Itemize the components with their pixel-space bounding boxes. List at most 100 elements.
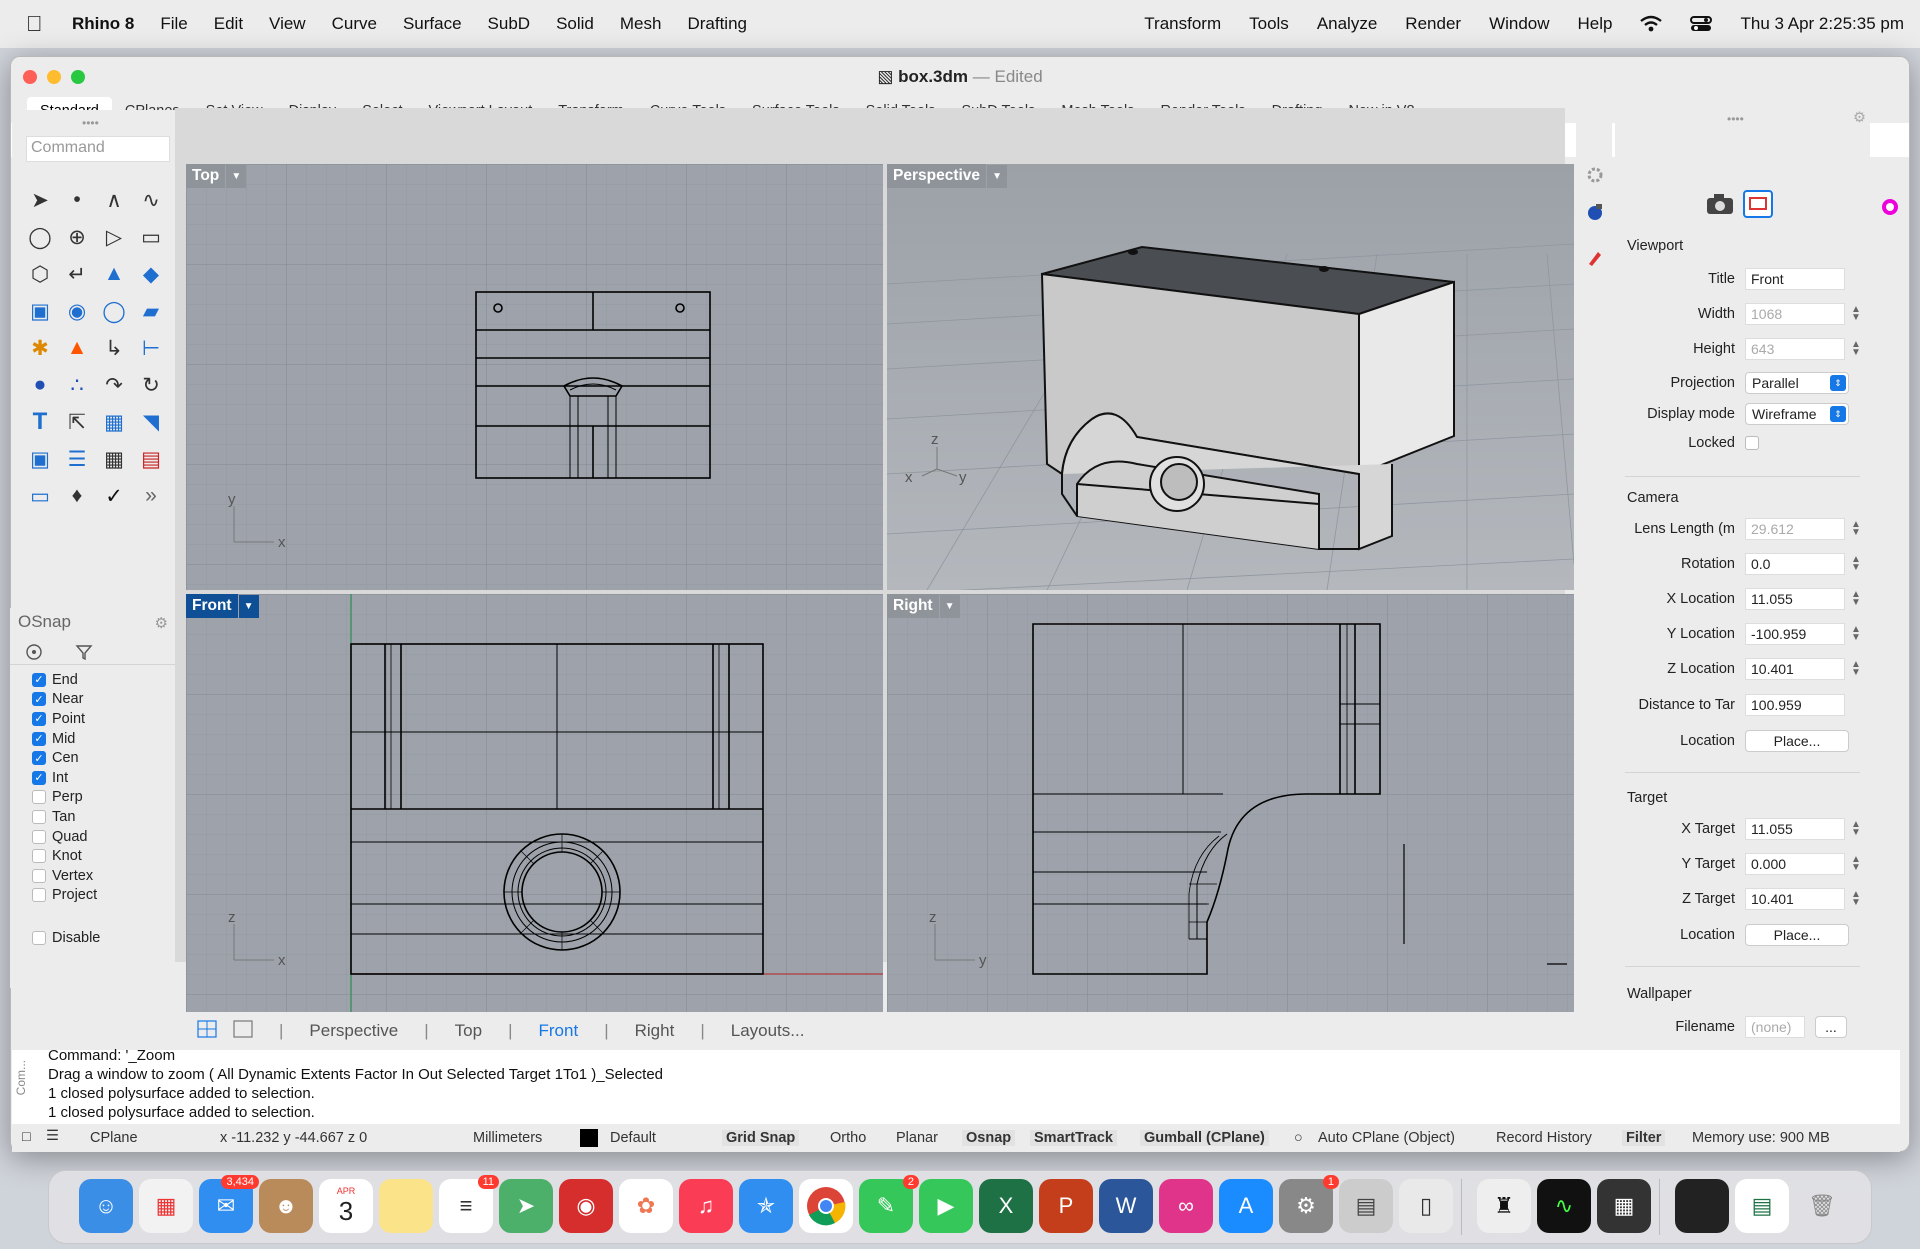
viewport-props-icon[interactable] [1743, 190, 1773, 218]
archive-utility-icon[interactable]: ▤ [1339, 1179, 1393, 1233]
osnap-checkbox[interactable]: ✓ [32, 731, 46, 746]
osnap-item-knot[interactable]: Knot [32, 846, 97, 866]
vptab-layouts[interactable]: Layouts... [731, 1021, 805, 1041]
scale-icon[interactable]: ⇱ [61, 406, 93, 438]
viewport-front[interactable]: z x Front ▼ [186, 594, 883, 1012]
launchpad-icon[interactable]: ▦ [139, 1179, 193, 1233]
command-input[interactable]: Command [26, 136, 170, 162]
select-arrow-icon[interactable]: ➤ [24, 184, 56, 216]
z-target-field[interactable]: 10.401 [1745, 888, 1845, 910]
plane-icon[interactable]: ▰ [135, 295, 167, 327]
y-location-field[interactable]: -100.959 [1745, 623, 1845, 645]
ortho-toggle[interactable]: Ortho [830, 1130, 866, 1146]
panel-grip-icon[interactable]: •••• [82, 116, 99, 130]
osnap-item-cen[interactable]: ✓ Cen [32, 748, 97, 768]
osnap-checkbox[interactable]: ✓ [32, 751, 46, 766]
stepper-icon[interactable]: ▲ ▼ [1851, 555, 1861, 573]
maps-icon[interactable]: ➤ [499, 1179, 553, 1233]
explode-icon[interactable]: ✱ [24, 332, 56, 364]
osnap-item-project[interactable]: Project [32, 886, 97, 906]
osnap-checkbox[interactable] [32, 790, 46, 805]
viewport-right[interactable]: z y Right ▼ [887, 594, 1574, 1012]
lock-icon[interactable]: ○ [1294, 1130, 1303, 1146]
status-layer[interactable]: Default [610, 1130, 656, 1146]
analyze-icon[interactable]: ▭ [24, 480, 56, 512]
width-field[interactable]: 1068 [1745, 303, 1845, 325]
filter-icon[interactable] [74, 642, 98, 662]
menu-window[interactable]: Window [1489, 14, 1549, 34]
array-icon[interactable]: ▦ [98, 406, 130, 438]
menu-analyze[interactable]: Analyze [1317, 14, 1377, 34]
osnap-item-int[interactable]: ✓ Int [32, 768, 97, 788]
stepper-icon[interactable]: ▲ ▼ [1851, 590, 1861, 608]
panel-grip-icon[interactable]: •••• [1727, 112, 1744, 126]
chevron-down-icon[interactable]: ▼ [238, 594, 259, 618]
photos-icon[interactable]: ✿ [619, 1179, 673, 1233]
pen-icon[interactable] [1585, 248, 1605, 271]
mirror-icon[interactable]: ◥ [135, 406, 167, 438]
four-viewports-icon[interactable] [197, 1019, 217, 1043]
stepper-icon[interactable]: ▲ ▼ [1851, 660, 1861, 678]
chevron-updown-icon[interactable]: ⇕ [1830, 375, 1846, 391]
osnap-checkbox[interactable] [32, 868, 46, 883]
display-mode-select[interactable]: Wireframe ⇕ [1745, 403, 1849, 425]
activity-monitor-icon[interactable]: ∿ [1537, 1179, 1591, 1233]
stepper-icon[interactable]: ▲ ▼ [1851, 820, 1861, 838]
chevron-down-icon[interactable]: ▼ [987, 164, 1008, 188]
trash-icon[interactable]: 🗑 [1795, 1179, 1849, 1233]
mesh-icon[interactable]: ☰ [61, 443, 93, 475]
menu-view[interactable]: View [269, 14, 306, 34]
osnap-toggle[interactable]: Osnap [962, 1130, 1016, 1146]
gear-icon[interactable]: ⚙ [1853, 110, 1866, 126]
dimension-icon[interactable]: ⊢ [135, 332, 167, 364]
notes-icon[interactable] [379, 1179, 433, 1233]
osnap-disable-checkbox[interactable] [32, 930, 46, 945]
recent-spreadsheet-icon[interactable]: ▤ [1735, 1179, 1789, 1233]
osnap-checkbox[interactable] [32, 888, 46, 903]
osnap-item-mid[interactable]: ✓ Mid [32, 729, 97, 749]
boolean-icon[interactable]: ▲ [61, 332, 93, 364]
polyline-icon[interactable]: ∧ [98, 184, 130, 216]
osnap-item-end[interactable]: ✓ End [32, 670, 97, 690]
music-icon[interactable]: ♫ [679, 1179, 733, 1233]
vptab-front[interactable]: Front [539, 1021, 579, 1041]
fillet-icon[interactable]: ↵ [61, 258, 93, 290]
facetime-icon[interactable]: ▶ [919, 1179, 973, 1233]
extend-icon[interactable]: ↳ [98, 332, 130, 364]
osnap-checkbox[interactable]: ✓ [32, 672, 46, 687]
planar-toggle[interactable]: Planar [896, 1130, 938, 1146]
menubar-clock[interactable]: Thu 3 Apr 2:25:35 pm [1741, 14, 1905, 34]
menu-edit[interactable]: Edit [214, 14, 243, 34]
solid-icon[interactable]: ▣ [24, 443, 56, 475]
join-icon[interactable]: ♦ [61, 480, 93, 512]
rotate-icon[interactable]: ↻ [135, 369, 167, 401]
osnap-item-vertex[interactable]: Vertex [32, 866, 97, 886]
excel-icon[interactable]: X [979, 1179, 1033, 1233]
viewport-top-name[interactable]: Top [186, 164, 226, 188]
gear-icon[interactable] [1586, 166, 1604, 187]
osnap-item-tan[interactable]: Tan [32, 807, 97, 827]
menu-transform[interactable]: Transform [1144, 14, 1221, 34]
menu-subd[interactable]: SubD [488, 14, 531, 34]
menu-drafting[interactable]: Drafting [687, 14, 747, 34]
chrome-icon[interactable] [799, 1179, 853, 1233]
status-units[interactable]: Millimeters [473, 1130, 542, 1146]
vptab-perspective[interactable]: Perspective [309, 1021, 398, 1041]
menu-help[interactable]: Help [1578, 14, 1613, 34]
single-viewport-icon[interactable] [233, 1019, 253, 1043]
title-field[interactable]: Front [1745, 268, 1845, 290]
osnap-disable[interactable]: Disable [32, 928, 100, 948]
camera-icon[interactable] [1705, 192, 1735, 220]
projection-select[interactable]: Parallel ⇕ [1745, 372, 1849, 394]
word-icon[interactable]: W [1099, 1179, 1153, 1233]
material-icon[interactable] [1585, 202, 1605, 225]
messages-icon[interactable]: ✎ 2 [859, 1175, 919, 1233]
box-icon[interactable]: ▣ [24, 295, 56, 327]
osnap-checkbox[interactable]: ✓ [32, 770, 46, 785]
surface-icon[interactable]: ▲ [98, 258, 130, 290]
recent-document-icon[interactable] [1675, 1179, 1729, 1233]
calendar-icon[interactable]: APR 3 [319, 1179, 373, 1233]
osnap-item-quad[interactable]: Quad [32, 827, 97, 847]
reminders-icon[interactable]: ≡ 11 [439, 1175, 499, 1233]
target-place-button[interactable]: Place... [1745, 924, 1849, 946]
